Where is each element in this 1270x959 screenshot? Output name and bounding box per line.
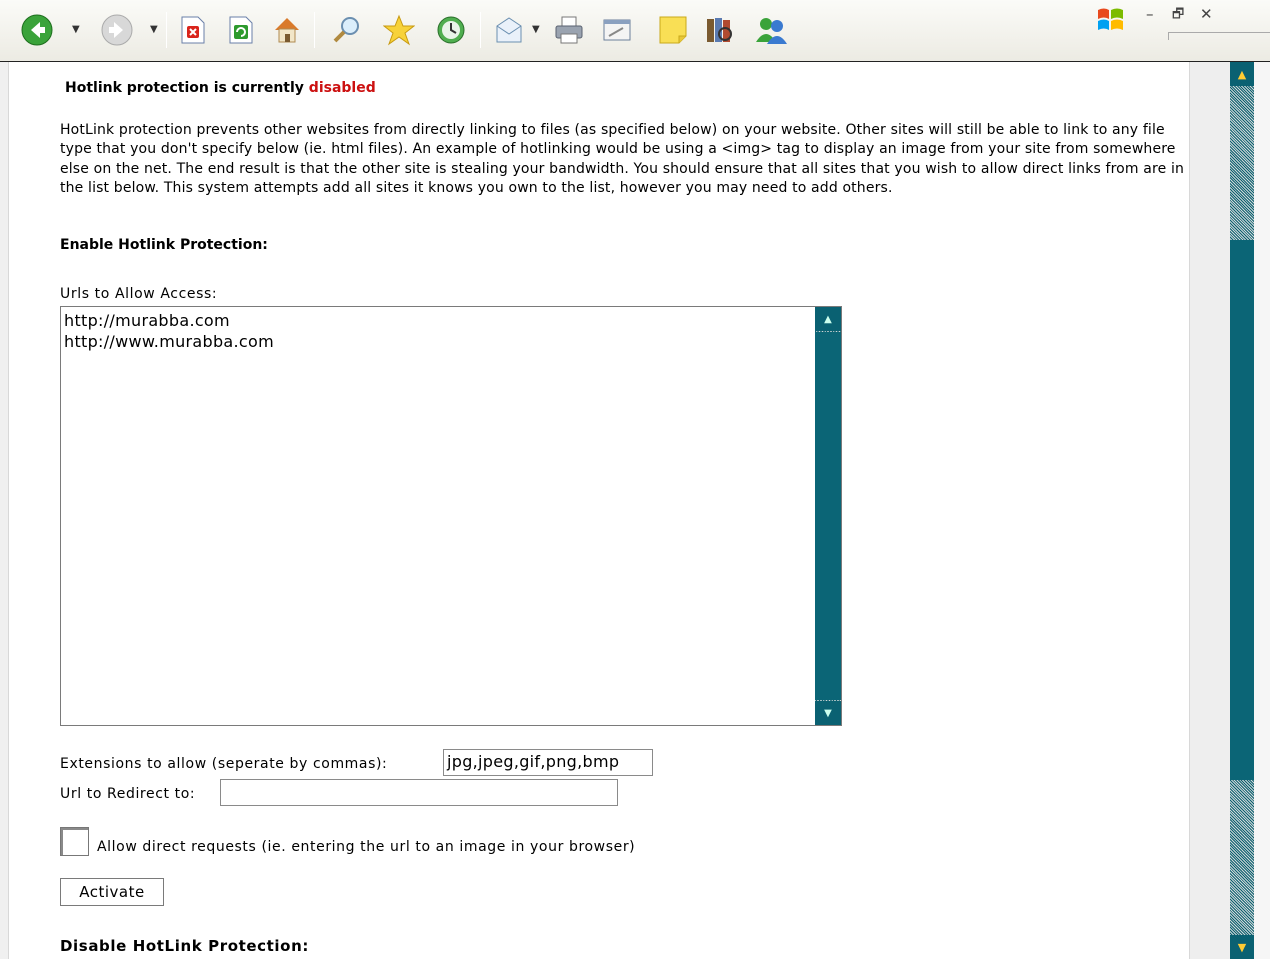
page-scroll-down-icon[interactable]: ▼ — [1230, 935, 1254, 959]
scroll-down-icon[interactable]: ▼ — [815, 701, 841, 725]
favorites-icon[interactable] — [382, 13, 416, 47]
search-icon[interactable] — [330, 13, 364, 47]
notes-icon[interactable] — [656, 13, 690, 47]
hotlink-status: Hotlink protection is currently disabled — [65, 80, 376, 96]
forward-dropdown-icon[interactable]: ▼ — [150, 24, 158, 35]
browser-toolbar: ▼ ▼ ▼ – 🗗 ✕ — [0, 0, 1270, 62]
status-value: disabled — [308, 80, 376, 96]
hotlink-description: HotLink protection prevents other websit… — [60, 122, 1185, 196]
activate-button[interactable]: Activate — [60, 878, 164, 906]
right-gutter — [1190, 62, 1230, 959]
extensions-input[interactable]: jpg,jpeg,gif,png,bmp — [443, 749, 653, 776]
left-gutter — [0, 62, 8, 959]
edit-icon[interactable] — [600, 13, 634, 47]
urls-label: Urls to Allow Access: — [60, 286, 218, 302]
direct-requests-label: Allow direct requests (ie. entering the … — [97, 839, 636, 855]
urls-scrollbar-thumb[interactable] — [815, 332, 841, 700]
back-icon[interactable] — [20, 13, 54, 47]
page-scroll-up-icon[interactable]: ▲ — [1230, 62, 1254, 86]
extensions-label: Extensions to allow (seperate by commas)… — [60, 756, 388, 772]
page-content: Hotlink protection is currently disabled… — [8, 62, 1190, 959]
stop-icon[interactable] — [176, 13, 210, 47]
mail-icon[interactable] — [492, 13, 526, 47]
back-dropdown-icon[interactable]: ▼ — [72, 24, 80, 35]
page-scrollbar-thumb[interactable] — [1230, 240, 1254, 780]
home-icon[interactable] — [270, 13, 304, 47]
toolbar-separator — [480, 12, 481, 48]
close-button[interactable]: ✕ — [1200, 5, 1213, 23]
address-bar-stub — [1168, 32, 1270, 40]
toolbar-separator — [314, 12, 315, 48]
window-edge — [1254, 62, 1270, 959]
research-icon[interactable] — [702, 13, 736, 47]
disable-heading: Disable HotLink Protection: — [60, 937, 309, 955]
restore-button[interactable]: 🗗 — [1172, 5, 1184, 27]
history-icon[interactable] — [434, 13, 468, 47]
refresh-icon[interactable] — [224, 13, 258, 47]
forward-icon[interactable] — [100, 13, 134, 47]
redirect-input[interactable] — [220, 779, 618, 806]
toolbar-separator — [166, 12, 167, 48]
enable-heading: Enable Hotlink Protection: — [60, 237, 268, 253]
mail-dropdown-icon[interactable]: ▼ — [532, 24, 540, 35]
status-prefix: Hotlink protection is currently — [65, 80, 304, 96]
urls-textarea-value[interactable]: http://murabba.com http://www.murabba.co… — [64, 311, 274, 352]
windows-logo-icon — [1094, 4, 1128, 40]
direct-requests-checkbox[interactable] — [60, 827, 89, 856]
scroll-up-icon[interactable]: ▲ — [815, 307, 841, 331]
urls-scrollbar[interactable]: ▲ ▼ — [815, 307, 841, 725]
page-scrollbar[interactable]: ▲ ▼ — [1230, 62, 1254, 959]
redirect-label: Url to Redirect to: — [60, 786, 196, 802]
minimize-button[interactable]: – — [1146, 5, 1154, 23]
messenger-icon[interactable] — [754, 13, 788, 47]
urls-textarea[interactable]: http://murabba.com http://www.murabba.co… — [60, 306, 842, 726]
print-icon[interactable] — [552, 13, 586, 47]
